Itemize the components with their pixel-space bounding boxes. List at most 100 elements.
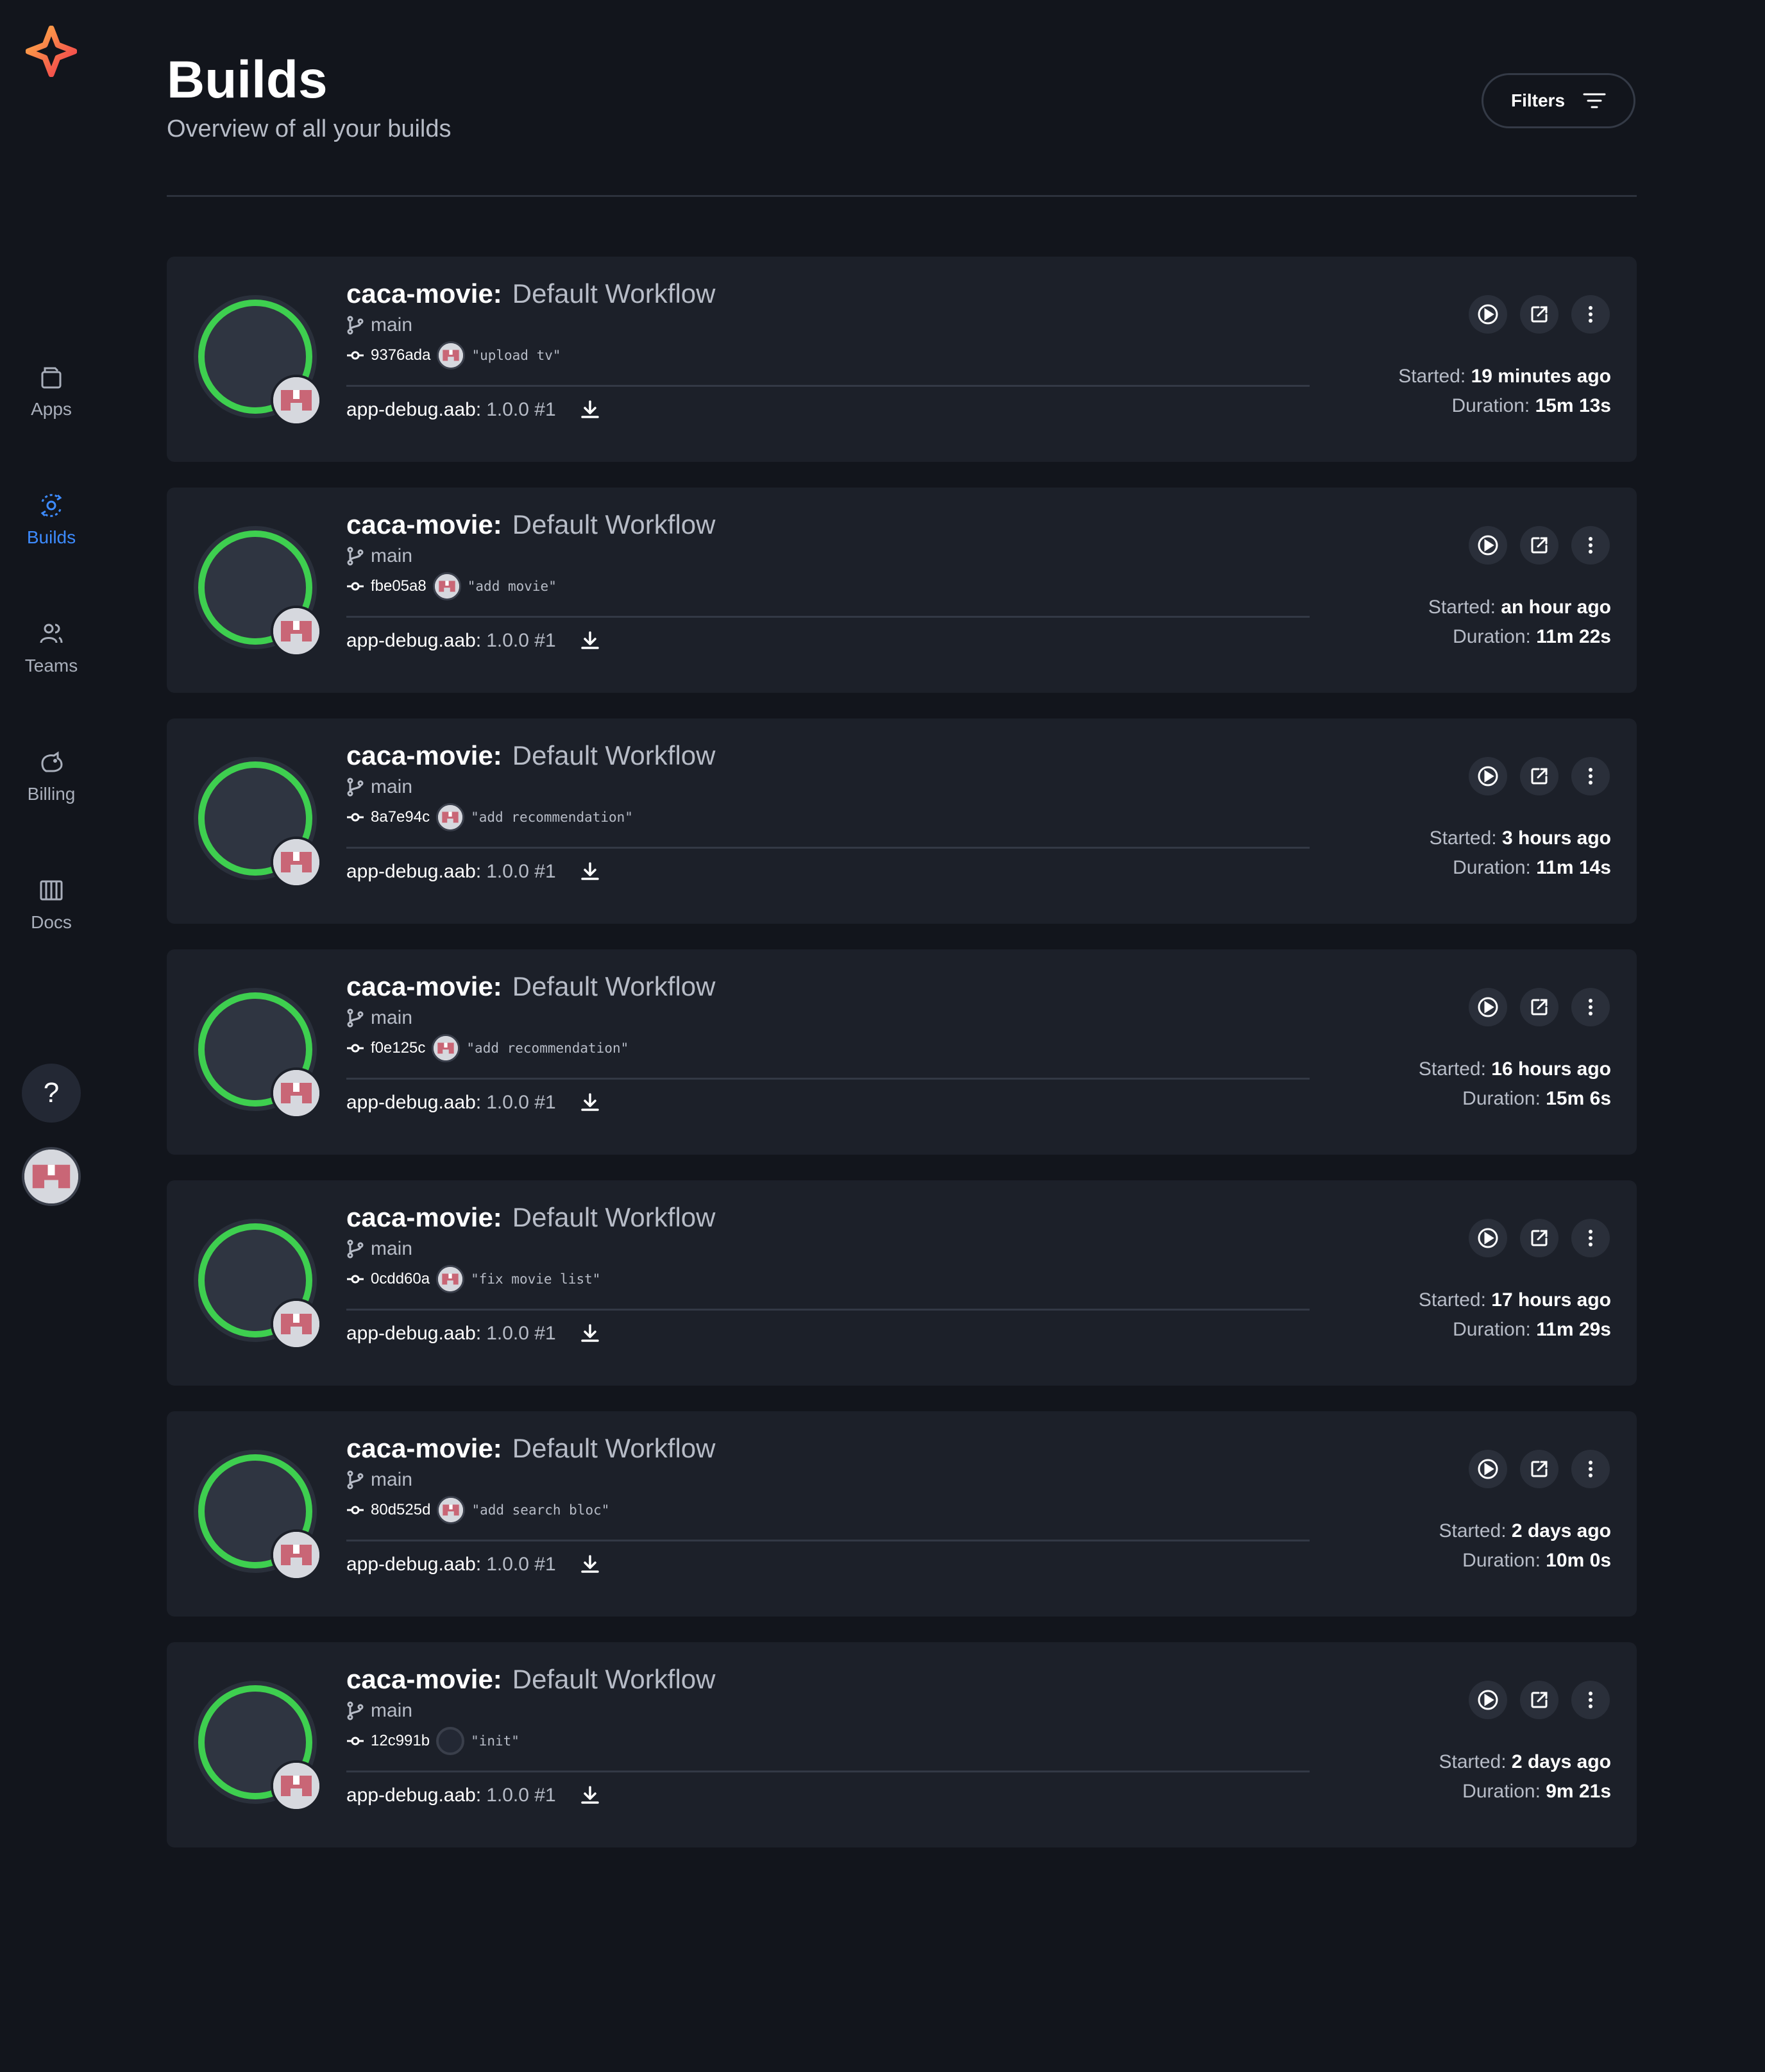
more-options-button[interactable]	[1571, 757, 1610, 795]
rebuild-button[interactable]	[1469, 1681, 1507, 1719]
rebuild-button[interactable]	[1469, 988, 1507, 1026]
branch-info: main	[346, 1007, 412, 1029]
codemagic-logo-icon[interactable]	[25, 25, 78, 78]
filters-button[interactable]: Filters	[1482, 73, 1635, 128]
card-divider	[346, 385, 1310, 387]
rebuild-button[interactable]	[1469, 526, 1507, 565]
workflow-name: Default Workflow	[512, 1202, 716, 1232]
open-build-button[interactable]	[1520, 1219, 1558, 1257]
open-build-button[interactable]	[1520, 526, 1558, 565]
download-icon[interactable]	[579, 861, 601, 883]
build-actions	[1469, 1450, 1610, 1488]
commit-hash[interactable]: 12c991b	[371, 1732, 430, 1750]
rebuild-button[interactable]	[1469, 295, 1507, 334]
build-card[interactable]: caca-movie: Default Workflow main 12c991b…	[167, 1642, 1637, 1847]
more-options-button[interactable]	[1571, 1450, 1610, 1488]
download-icon[interactable]	[579, 1092, 601, 1114]
commit-hash[interactable]: 9376ada	[371, 346, 430, 364]
artifact-row: app-debug.aab: 1.0.0 #1	[346, 1785, 601, 1806]
git-branch-icon	[347, 1008, 364, 1028]
build-title[interactable]: caca-movie: Default Workflow	[346, 509, 715, 540]
download-icon[interactable]	[579, 1323, 601, 1345]
open-build-button[interactable]	[1520, 1450, 1558, 1488]
author-avatar	[271, 1298, 322, 1350]
open-build-button[interactable]	[1520, 757, 1558, 795]
author-avatar	[271, 1760, 322, 1812]
branch-name: main	[371, 314, 413, 335]
build-title[interactable]: caca-movie: Default Workflow	[346, 1664, 715, 1695]
started-value: 17 hours ago	[1491, 1289, 1611, 1311]
artifact-row: app-debug.aab: 1.0.0 #1	[346, 630, 601, 652]
build-card[interactable]: caca-movie: Default Workflow main 80d525d…	[167, 1411, 1637, 1617]
commit-hash[interactable]: fbe05a8	[371, 577, 426, 595]
help-button[interactable]: ?	[22, 1064, 81, 1123]
build-title[interactable]: caca-movie: Default Workflow	[346, 740, 715, 771]
open-build-button[interactable]	[1520, 295, 1558, 334]
build-card[interactable]: caca-movie: Default Workflow main fbe05a8…	[167, 488, 1637, 693]
download-icon[interactable]	[579, 1785, 601, 1806]
commit-info: f0e125c "add recommendation"	[346, 1034, 629, 1062]
duration-row: Duration: 11m 22s	[1428, 622, 1611, 652]
sidebar-item-billing[interactable]: Billing	[0, 747, 103, 824]
artifact-row: app-debug.aab: 1.0.0 #1	[346, 1092, 601, 1114]
play-icon	[1478, 1459, 1498, 1479]
sidebar: Apps Builds Teams Billing Docs ?	[0, 0, 103, 2072]
build-title[interactable]: caca-movie: Default Workflow	[346, 1202, 715, 1233]
commit-author-avatar	[437, 1496, 466, 1524]
download-icon[interactable]	[579, 630, 601, 652]
build-card[interactable]: caca-movie: Default Workflow main 8a7e94c…	[167, 718, 1637, 924]
open-build-button[interactable]	[1520, 988, 1558, 1026]
build-title[interactable]: caca-movie: Default Workflow	[346, 278, 715, 309]
rebuild-button[interactable]	[1469, 1450, 1507, 1488]
author-avatar	[271, 1067, 322, 1119]
build-meta: Started: 2 days ago Duration: 9m 21s	[1439, 1747, 1611, 1806]
branch-info: main	[346, 776, 412, 798]
download-icon[interactable]	[579, 1554, 601, 1575]
branch-info: main	[346, 545, 412, 567]
sidebar-item-label: Teams	[24, 656, 78, 675]
commit-message: "add recommendation"	[466, 1040, 629, 1056]
build-card[interactable]: caca-movie: Default Workflow main 0cdd60a…	[167, 1180, 1637, 1386]
build-title[interactable]: caca-movie: Default Workflow	[346, 1433, 715, 1464]
started-row: Started: 16 hours ago	[1419, 1055, 1611, 1084]
sidebar-item-builds[interactable]: Builds	[0, 490, 103, 567]
commit-hash[interactable]: 80d525d	[371, 1501, 430, 1519]
more-options-button[interactable]	[1571, 1219, 1610, 1257]
artifact-version: 1.0.0 #1	[486, 1554, 556, 1575]
billing-icon	[41, 751, 63, 772]
more-options-button[interactable]	[1571, 526, 1610, 565]
more-options-button[interactable]	[1571, 1681, 1610, 1719]
author-avatar	[271, 836, 322, 888]
user-avatar[interactable]	[22, 1147, 81, 1206]
more-options-button[interactable]	[1571, 295, 1610, 334]
sidebar-item-docs[interactable]: Docs	[0, 875, 103, 952]
branch-name: main	[371, 776, 413, 797]
started-label: Started:	[1429, 828, 1497, 849]
git-branch-icon	[347, 1239, 364, 1259]
sidebar-item-apps[interactable]: Apps	[0, 362, 103, 439]
commit-hash[interactable]: 8a7e94c	[371, 808, 430, 826]
commit-hash[interactable]: f0e125c	[371, 1039, 425, 1057]
more-options-button[interactable]	[1571, 988, 1610, 1026]
workflow-name: Default Workflow	[512, 509, 716, 539]
sidebar-item-teams[interactable]: Teams	[0, 618, 103, 695]
app-name: caca-movie:	[346, 740, 502, 770]
open-build-button[interactable]	[1520, 1681, 1558, 1719]
commit-info: fbe05a8 "add movie"	[346, 572, 557, 600]
card-divider	[346, 616, 1310, 618]
duration-label: Duration:	[1453, 857, 1531, 878]
download-icon[interactable]	[579, 399, 601, 421]
rebuild-button[interactable]	[1469, 1219, 1507, 1257]
sidebar-item-label: Docs	[31, 912, 72, 932]
filters-label: Filters	[1510, 90, 1566, 110]
commit-hash[interactable]: 0cdd60a	[371, 1270, 430, 1288]
author-avatar	[271, 1529, 322, 1581]
build-card[interactable]: caca-movie: Default Workflow main f0e125c…	[167, 949, 1637, 1155]
builds-icon	[40, 494, 62, 517]
build-card[interactable]: caca-movie: Default Workflow main 9376ada…	[167, 257, 1637, 462]
commit-message: "add recommendation"	[471, 810, 633, 825]
rebuild-button[interactable]	[1469, 757, 1507, 795]
commit-message: "upload tv"	[471, 348, 561, 363]
build-title[interactable]: caca-movie: Default Workflow	[346, 971, 715, 1002]
duration-value: 11m 29s	[1536, 1319, 1611, 1340]
